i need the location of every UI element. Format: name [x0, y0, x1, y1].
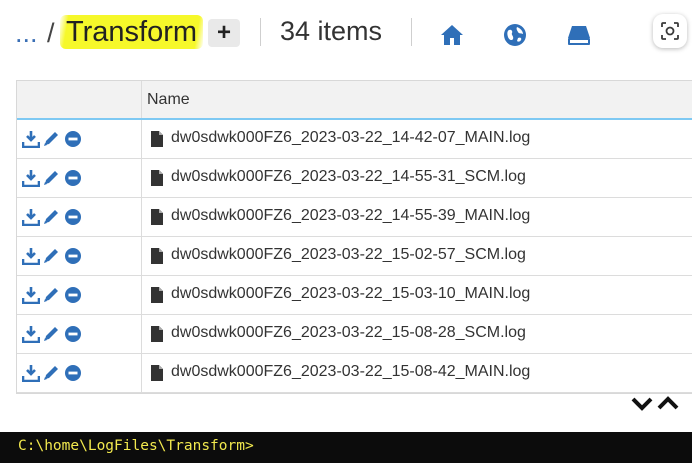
table-header: Name	[17, 81, 692, 120]
delete-icon[interactable]	[64, 247, 82, 265]
console-panel[interactable]: C:\home\LogFiles\Transform>	[0, 432, 692, 463]
chevron-down-icon[interactable]	[630, 393, 654, 413]
file-icon	[151, 170, 163, 186]
download-icon[interactable]	[22, 208, 40, 226]
file-icon	[151, 209, 163, 225]
edit-icon[interactable]	[42, 130, 60, 148]
breadcrumb-separator: /	[47, 18, 55, 48]
column-divider	[141, 159, 142, 197]
download-icon[interactable]	[22, 325, 40, 343]
column-divider	[141, 120, 142, 158]
file-icon	[151, 326, 163, 342]
edit-icon[interactable]	[42, 286, 60, 304]
delete-icon[interactable]	[64, 325, 82, 343]
file-icon	[151, 287, 163, 303]
column-divider	[141, 198, 142, 236]
screen-capture-icon	[661, 22, 679, 40]
edit-icon[interactable]	[42, 208, 60, 226]
column-divider	[141, 276, 142, 314]
delete-icon[interactable]	[64, 208, 82, 226]
table-row[interactable]: dw0sdwk000FZ6_2023-03-22_14-55-31_SCM.lo…	[17, 159, 692, 198]
file-icon	[151, 365, 163, 381]
header-divider	[411, 18, 412, 46]
file-name-link[interactable]: dw0sdwk000FZ6_2023-03-22_14-42-07_MAIN.l…	[171, 129, 530, 147]
column-divider	[141, 237, 142, 275]
column-divider	[141, 315, 142, 353]
column-header-name[interactable]: Name	[147, 91, 190, 109]
item-count: 34 items	[280, 16, 383, 46]
file-table: Name dw0sdwk000FZ6_2023-03-22_14-42-07_M…	[16, 80, 692, 394]
edit-icon[interactable]	[42, 364, 60, 382]
scroll-controls	[630, 393, 682, 413]
edit-icon[interactable]	[42, 325, 60, 343]
download-icon[interactable]	[22, 247, 40, 265]
chevron-up-icon[interactable]	[656, 393, 680, 413]
add-button[interactable]: +	[208, 19, 240, 47]
file-name-link[interactable]: dw0sdwk000FZ6_2023-03-22_15-03-10_MAIN.l…	[171, 285, 530, 303]
header-divider	[260, 18, 261, 46]
drive-icon[interactable]	[566, 22, 592, 48]
download-icon[interactable]	[22, 364, 40, 382]
delete-icon[interactable]	[64, 130, 82, 148]
file-name-link[interactable]: dw0sdwk000FZ6_2023-03-22_15-08-42_MAIN.l…	[171, 363, 530, 381]
table-row[interactable]: dw0sdwk000FZ6_2023-03-22_15-03-10_MAIN.l…	[17, 276, 692, 315]
table-row[interactable]: dw0sdwk000FZ6_2023-03-22_15-02-57_SCM.lo…	[17, 237, 692, 276]
breadcrumb-current-folder: Transform	[60, 15, 204, 49]
delete-icon[interactable]	[64, 169, 82, 187]
file-icon	[151, 248, 163, 264]
home-icon[interactable]	[439, 22, 465, 48]
breadcrumb-bar: ... / Transform + 34 items	[0, 0, 692, 68]
download-icon[interactable]	[22, 286, 40, 304]
console-prompt: C:\home\LogFiles\Transform>	[18, 438, 254, 454]
screen-capture-button[interactable]	[653, 14, 687, 48]
delete-icon[interactable]	[64, 286, 82, 304]
file-icon	[151, 131, 163, 147]
table-row[interactable]: dw0sdwk000FZ6_2023-03-22_14-42-07_MAIN.l…	[17, 120, 692, 159]
table-row[interactable]: dw0sdwk000FZ6_2023-03-22_14-55-39_MAIN.l…	[17, 198, 692, 237]
table-row[interactable]: dw0sdwk000FZ6_2023-03-22_15-08-28_SCM.lo…	[17, 315, 692, 354]
download-icon[interactable]	[22, 169, 40, 187]
breadcrumb-ellipsis[interactable]: ...	[15, 18, 38, 49]
column-divider	[141, 354, 142, 392]
edit-icon[interactable]	[42, 247, 60, 265]
edit-icon[interactable]	[42, 169, 60, 187]
globe-icon[interactable]	[502, 22, 528, 48]
file-name-link[interactable]: dw0sdwk000FZ6_2023-03-22_14-55-31_SCM.lo…	[171, 168, 526, 186]
file-name-link[interactable]: dw0sdwk000FZ6_2023-03-22_15-02-57_SCM.lo…	[171, 246, 526, 264]
table-row[interactable]: dw0sdwk000FZ6_2023-03-22_15-08-42_MAIN.l…	[17, 354, 692, 393]
download-icon[interactable]	[22, 130, 40, 148]
delete-icon[interactable]	[64, 364, 82, 382]
column-divider	[141, 81, 142, 118]
file-name-link[interactable]: dw0sdwk000FZ6_2023-03-22_14-55-39_MAIN.l…	[171, 207, 530, 225]
file-name-link[interactable]: dw0sdwk000FZ6_2023-03-22_15-08-28_SCM.lo…	[171, 324, 526, 342]
